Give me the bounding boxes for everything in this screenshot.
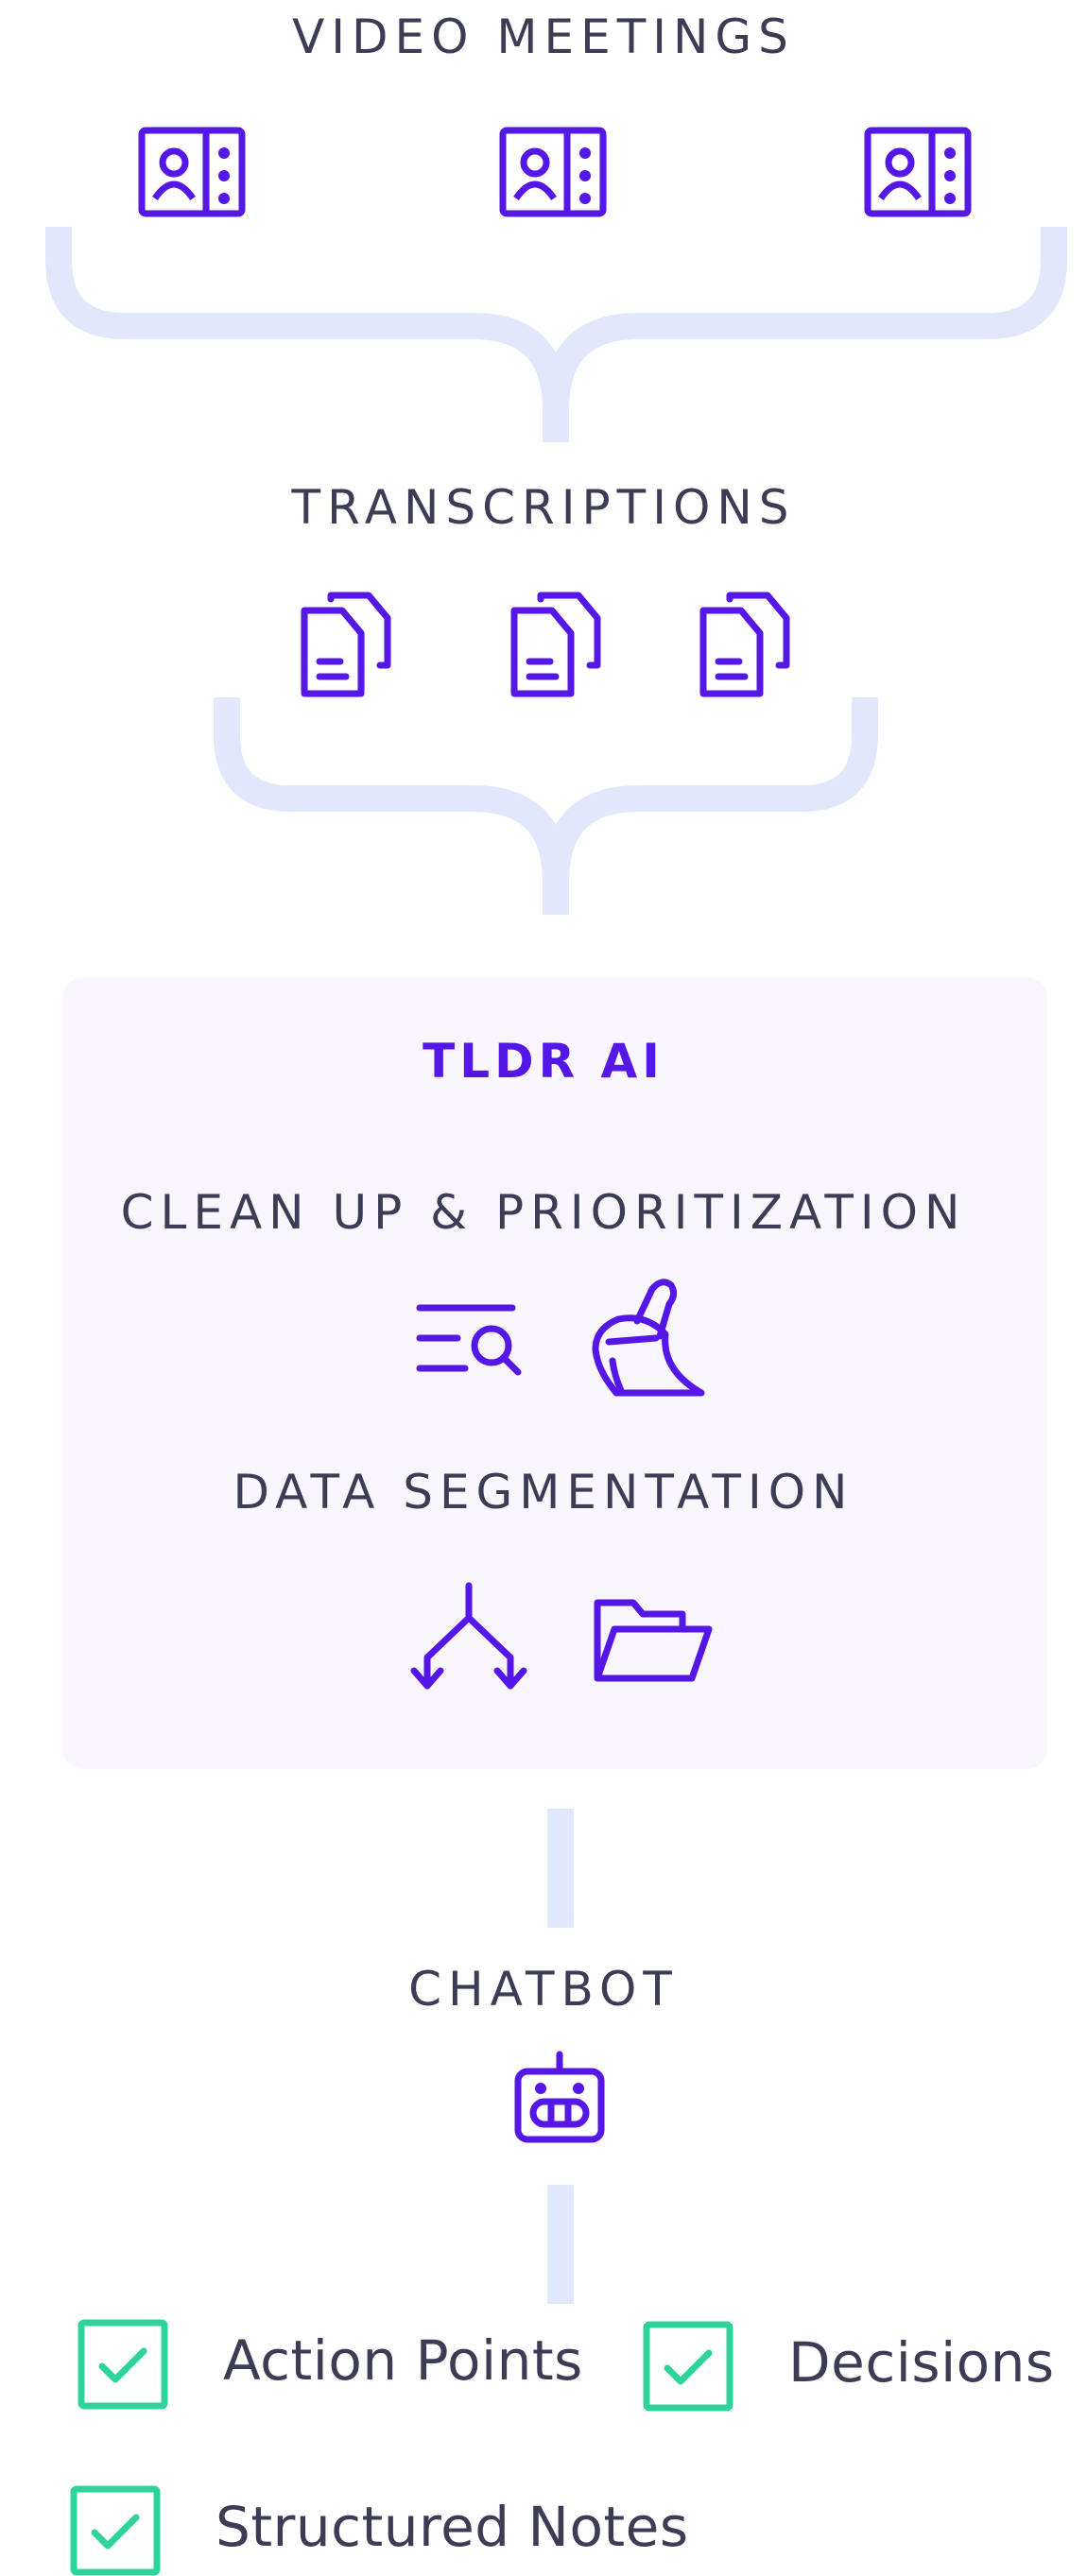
output-structured-notes: Structured Notes [216, 2495, 689, 2559]
video-call-icon [499, 127, 607, 217]
folder-open-icon [594, 1599, 713, 1682]
tldr-ai-title: TLDR AI [423, 1034, 664, 1089]
meetings-merge-connector [45, 227, 569, 442]
transcriptions-merge-connector [214, 697, 569, 915]
transcriptions-merge-connector-right [543, 697, 878, 883]
broom-icon [592, 1279, 705, 1397]
transcriptions-label: TRANSCRIPTIONS [291, 480, 796, 535]
video-call-icon [138, 127, 246, 217]
checkbox-checked-icon [643, 2321, 733, 2412]
list-search-icon [416, 1304, 522, 1376]
chatbot-label: CHATBOT [408, 1962, 679, 2017]
meetings-merge-connector-right [543, 227, 1067, 410]
clean-up-label: CLEAN UP & PRIORITIZATION [120, 1185, 967, 1240]
data-segmentation-label: DATA SEGMENTATION [233, 1465, 854, 1520]
tldr-ai-panel [62, 977, 1047, 1769]
split-arrows-icon [410, 1582, 527, 1690]
output-decisions: Decisions [788, 2330, 1055, 2395]
checkbox-checked-icon [70, 2485, 161, 2576]
document-icon [301, 592, 391, 697]
video-meetings-label: VIDEO MEETINGS [292, 9, 795, 64]
checkbox-checked-icon [78, 2319, 168, 2410]
document-icon [510, 592, 601, 697]
output-action-points: Action Points [223, 2328, 583, 2393]
robot-icon [514, 2051, 605, 2143]
video-call-icon [864, 127, 972, 217]
document-icon [699, 592, 790, 697]
